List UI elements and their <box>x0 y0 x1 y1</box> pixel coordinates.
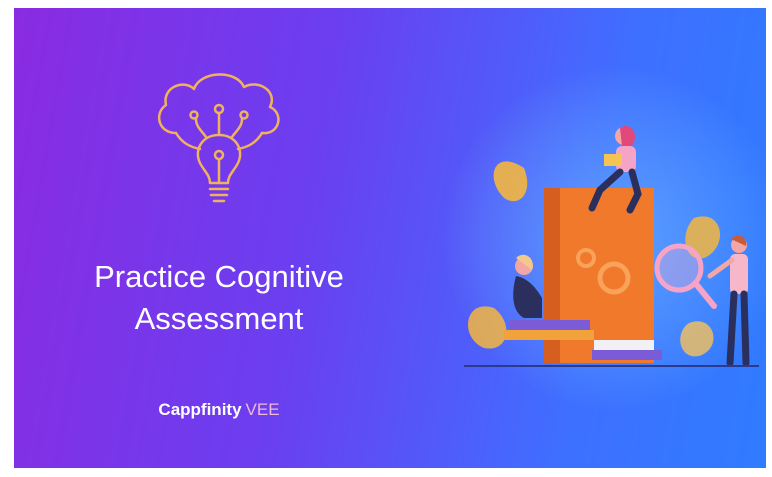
brand-logo: Cappfinity VEE <box>14 400 424 420</box>
title-line-1: Practice Cognitive <box>94 259 344 294</box>
assessment-banner: Practice Cognitive Assessment Cappfinity… <box>14 8 766 468</box>
brand-name: Cappfinity <box>158 400 242 419</box>
study-illustration <box>464 125 759 367</box>
book-stack-2 <box>510 320 590 330</box>
brand-suffix: VEE <box>245 400 280 419</box>
book-stack-3 <box>594 340 654 350</box>
leaf-left <box>493 161 528 202</box>
page-title: Practice Cognitive Assessment <box>14 256 424 340</box>
book-stack-1 <box>504 330 594 340</box>
leaf-bottom-right <box>680 321 714 357</box>
book-stack-4 <box>592 350 662 360</box>
leaf-bottom-left <box>467 306 507 349</box>
brain-bulb-icon <box>157 73 280 203</box>
laptop <box>604 154 622 166</box>
title-line-2: Assessment <box>134 301 304 336</box>
